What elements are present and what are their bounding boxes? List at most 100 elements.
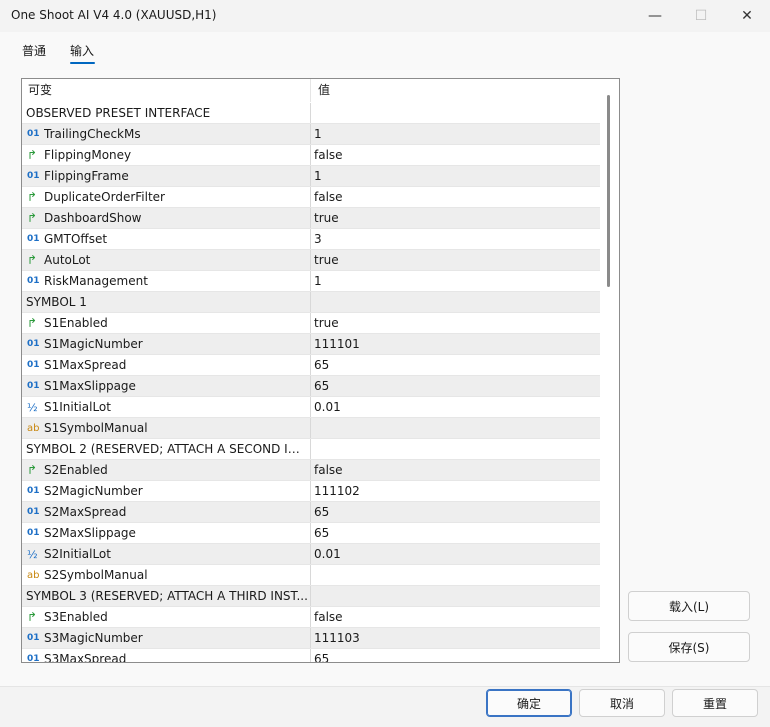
column-divider [310,523,311,544]
column-divider [310,586,311,607]
parameter-value[interactable]: 111102 [314,481,360,502]
column-divider [310,607,311,628]
parameter-value[interactable]: 65 [314,523,329,544]
parameter-name: S1Enabled [44,316,108,330]
double-type-icon: ½ [27,401,38,414]
parameter-row[interactable]: 01 S1MaxSlippage 65 [22,376,600,397]
tab-common[interactable]: 普通 [22,42,46,59]
title-bar: One Shoot AI V4 4.0 (XAUUSD,H1) — ☐ ✕ [0,0,770,32]
cancel-button[interactable]: 取消 [579,689,665,717]
group-row[interactable]: SYMBOL 1 [22,292,600,313]
column-divider [310,397,311,418]
parameter-row[interactable]: ab S2SymbolManual [22,565,600,586]
parameter-row[interactable]: ab S1SymbolManual [22,418,600,439]
parameter-row[interactable]: ↱ AutoLot true [22,250,600,271]
parameter-value[interactable]: 65 [314,355,329,376]
column-divider [310,460,311,481]
parameter-name: GMTOffset [44,232,108,246]
parameter-row[interactable]: ↱ DashboardShow true [22,208,600,229]
maximize-button[interactable]: ☐ [678,0,724,32]
window-title: One Shoot AI V4 4.0 (XAUUSD,H1) [11,8,217,22]
parameter-name: RiskManagement [44,274,148,288]
parameter-row[interactable]: ↱ S1Enabled true [22,313,600,334]
parameter-name: S1MagicNumber [44,337,143,351]
parameter-row[interactable]: 01 S3MaxSpread 65 [22,649,600,663]
parameter-name: S2MagicNumber [44,484,143,498]
parameter-row[interactable]: ↱ DuplicateOrderFilter false [22,187,600,208]
save-button[interactable]: 保存(S) [628,632,750,662]
parameter-name: DashboardShow [44,211,142,225]
ok-button[interactable]: 确定 [486,689,572,717]
parameter-value[interactable]: 65 [314,649,329,662]
parameter-value[interactable]: 65 [314,376,329,397]
parameter-value[interactable]: false [314,187,343,208]
parameter-value[interactable]: true [314,250,339,271]
group-label: SYMBOL 3 (RESERVED; ATTACH A THIRD INST.… [26,589,308,603]
integer-type-icon: 01 [27,171,40,181]
parameter-value[interactable]: false [314,607,343,628]
parameter-row[interactable]: ↱ FlippingMoney false [22,145,600,166]
parameter-value[interactable]: 1 [314,271,322,292]
column-header-value[interactable]: 值 [318,79,330,102]
parameter-row[interactable]: 01 RiskManagement 1 [22,271,600,292]
integer-type-icon: 01 [27,654,40,663]
parameter-name: FlippingMoney [44,148,132,162]
parameter-value[interactable]: 111103 [314,628,360,649]
parameter-row[interactable]: 01 TrailingCheckMs 1 [22,124,600,145]
vertical-scrollbar[interactable] [607,95,610,287]
parameter-row[interactable]: 01 FlippingFrame 1 [22,166,600,187]
parameter-row[interactable]: 01 S1MagicNumber 111101 [22,334,600,355]
parameter-row[interactable]: 01 S2MaxSlippage 65 [22,523,600,544]
close-button[interactable]: ✕ [724,0,770,32]
group-row[interactable]: OBSERVED PRESET INTERFACE [22,103,600,124]
parameter-value[interactable]: 3 [314,229,322,250]
group-row[interactable]: SYMBOL 3 (RESERVED; ATTACH A THIRD INST.… [22,586,600,607]
boolean-type-icon: ↱ [27,190,38,204]
group-label: OBSERVED PRESET INTERFACE [26,106,211,120]
column-divider [310,250,311,271]
parameter-value[interactable]: 1 [314,124,322,145]
column-divider [310,292,311,313]
column-divider [310,145,311,166]
parameter-row[interactable]: ½ S2InitialLot 0.01 [22,544,600,565]
active-tab-indicator [70,62,95,64]
reset-button[interactable]: 重置 [672,689,758,717]
parameter-name: FlippingFrame [44,169,129,183]
parameter-row[interactable]: ↱ S2Enabled false [22,460,600,481]
parameter-row[interactable]: ½ S1InitialLot 0.01 [22,397,600,418]
parameter-value[interactable]: 111101 [314,334,360,355]
parameter-name: DuplicateOrderFilter [44,190,165,204]
parameter-value[interactable]: 1 [314,166,322,187]
parameter-row[interactable]: 01 S3MagicNumber 111103 [22,628,600,649]
column-divider [310,502,311,523]
inputs-grid[interactable]: 可变 值 OBSERVED PRESET INTERFACE 01 Trailing… [21,78,620,663]
parameter-row[interactable]: 01 GMTOffset 3 [22,229,600,250]
parameter-value[interactable]: 0.01 [314,397,341,418]
column-divider [310,376,311,397]
tab-inputs[interactable]: 输入 [70,42,94,59]
parameter-value[interactable]: false [314,460,343,481]
parameter-name: S1InitialLot [44,400,111,414]
parameter-value[interactable]: false [314,145,343,166]
parameter-row[interactable]: 01 S2MagicNumber 111102 [22,481,600,502]
column-divider [310,544,311,565]
integer-type-icon: 01 [27,486,40,496]
load-button[interactable]: 载入(L) [628,591,750,621]
parameter-value[interactable]: 65 [314,502,329,523]
column-divider [310,229,311,250]
parameter-value[interactable]: true [314,313,339,334]
parameter-value[interactable]: true [314,208,339,229]
column-divider [310,418,311,439]
parameter-row[interactable]: 01 S2MaxSpread 65 [22,502,600,523]
integer-type-icon: 01 [27,276,40,286]
minimize-button[interactable]: — [632,0,678,32]
parameter-value[interactable]: 0.01 [314,544,341,565]
parameter-row[interactable]: 01 S1MaxSpread 65 [22,355,600,376]
parameter-row[interactable]: ↱ S3Enabled false [22,607,600,628]
column-header-variable[interactable]: 可变 [28,79,52,102]
group-row[interactable]: SYMBOL 2 (RESERVED; ATTACH A SECOND IN..… [22,439,600,460]
column-divider [310,103,311,124]
column-divider [310,439,311,460]
column-divider [310,208,311,229]
integer-type-icon: 01 [27,339,40,349]
